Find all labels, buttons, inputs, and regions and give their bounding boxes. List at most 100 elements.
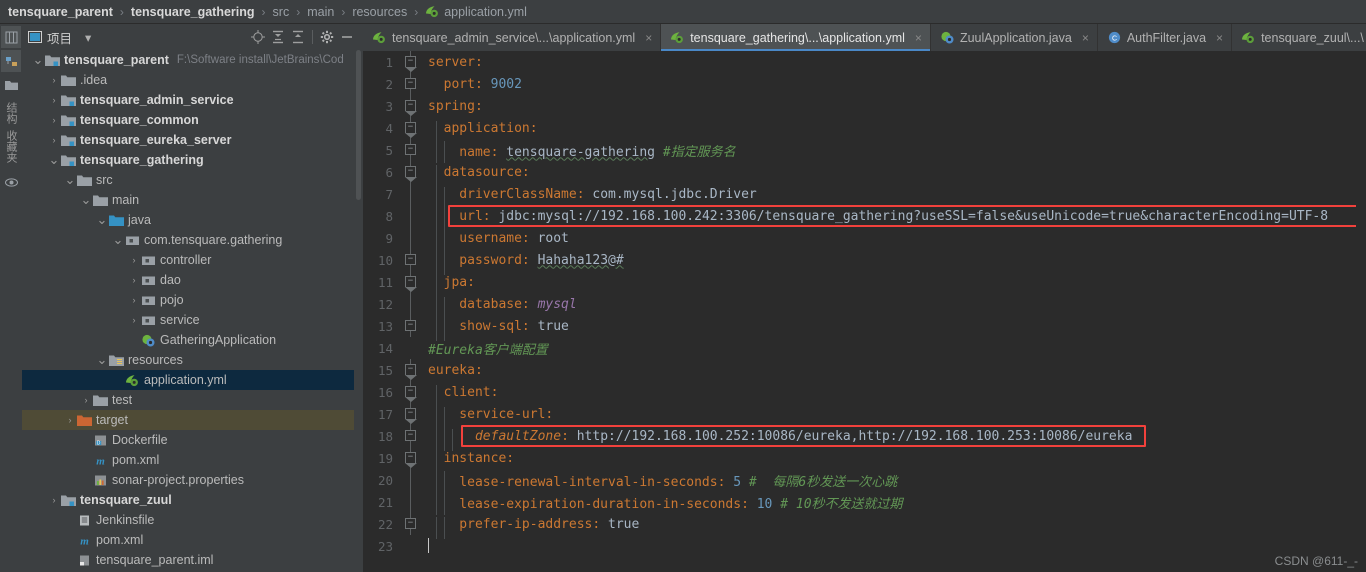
chevron-icon[interactable]: ⌄ bbox=[32, 52, 44, 68]
chevron-icon[interactable]: › bbox=[80, 395, 92, 405]
chevron-icon[interactable]: › bbox=[48, 115, 60, 125]
code-line-9[interactable]: 9 username: root bbox=[363, 227, 1366, 253]
chevron-icon[interactable]: ⌄ bbox=[96, 212, 108, 228]
tree-item-resources[interactable]: ⌄ resources bbox=[22, 350, 363, 370]
chevron-icon[interactable]: ⌄ bbox=[80, 192, 92, 208]
editor-tab-2[interactable]: ZuulApplication.java × bbox=[930, 24, 1098, 51]
fold-gutter[interactable] bbox=[401, 293, 423, 315]
close-icon[interactable]: × bbox=[915, 31, 922, 45]
code-line-15[interactable]: 15− eureka: bbox=[363, 359, 1366, 381]
fold-marker[interactable]: − bbox=[405, 166, 417, 182]
folder-tool-icon[interactable] bbox=[1, 74, 21, 96]
editor-tab-1[interactable]: tensquare_gathering\...\application.yml × bbox=[661, 24, 931, 51]
code-line-16[interactable]: 16− client: bbox=[363, 381, 1366, 407]
settings-gear-icon[interactable] bbox=[317, 27, 337, 47]
fold-gutter[interactable]: − bbox=[401, 139, 423, 161]
chevron-icon[interactable]: › bbox=[48, 75, 60, 85]
fold-gutter[interactable]: − bbox=[401, 51, 423, 73]
fold-gutter[interactable] bbox=[401, 183, 423, 205]
tree-item-pojo[interactable]: › pojo bbox=[22, 290, 363, 310]
fold-gutter[interactable]: − bbox=[401, 249, 423, 271]
tree-item-tensquare-admin-service[interactable]: › tensquare_admin_service bbox=[22, 90, 363, 110]
chevron-icon[interactable]: › bbox=[128, 315, 140, 325]
project-panel-title[interactable]: 项目 ▾ bbox=[28, 28, 91, 47]
editor-tab-4[interactable]: tensquare_zuul\...\ bbox=[1232, 24, 1366, 51]
fold-marker[interactable]: − bbox=[405, 254, 416, 265]
chevron-icon[interactable]: ⌄ bbox=[112, 232, 124, 248]
tree-item-tensquare-gathering[interactable]: ⌄ tensquare_gathering bbox=[22, 150, 363, 170]
collapse-all-icon[interactable] bbox=[288, 27, 308, 47]
tree-item-application-yml[interactable]: application.yml bbox=[22, 370, 363, 390]
favorites-icon[interactable] bbox=[1, 171, 21, 193]
code-line-5[interactable]: 5 − name: tensquare-gathering #指定服务名 bbox=[363, 139, 1366, 163]
code-line-1[interactable]: 1− server: bbox=[363, 51, 1366, 73]
tree-item--idea[interactable]: › .idea bbox=[22, 70, 363, 90]
fold-marker[interactable]: − bbox=[405, 452, 417, 468]
code-line-14[interactable]: 14 #Eureka客户端配置 bbox=[363, 337, 1366, 359]
fold-marker[interactable]: − bbox=[405, 56, 417, 72]
editor-tab-0[interactable]: tensquare_admin_service\...\application.… bbox=[363, 24, 662, 51]
fold-gutter[interactable]: − bbox=[401, 73, 423, 95]
fold-gutter[interactable] bbox=[401, 535, 423, 557]
fold-gutter[interactable]: − bbox=[401, 161, 423, 183]
tree-item-jenkinsfile[interactable]: Jenkinsfile bbox=[22, 510, 363, 530]
chevron-icon[interactable]: › bbox=[48, 135, 60, 145]
chevron-icon[interactable]: ⌄ bbox=[64, 172, 76, 188]
structure-tool-icon[interactable] bbox=[1, 50, 21, 72]
code-line-2[interactable]: 2 − port: 9002 bbox=[363, 73, 1366, 95]
code-line-21[interactable]: 21 lease-expiration-duration-in-seconds:… bbox=[363, 491, 1366, 515]
fold-marker[interactable]: − bbox=[405, 276, 417, 292]
fold-gutter[interactable] bbox=[401, 227, 423, 249]
code-line-17[interactable]: 17− service-url: bbox=[363, 403, 1366, 429]
code-line-12[interactable]: 12 database: mysql bbox=[363, 293, 1366, 319]
fold-marker[interactable]: − bbox=[405, 430, 416, 441]
tree-item-tensquare-common[interactable]: › tensquare_common bbox=[22, 110, 363, 130]
code-line-3[interactable]: 3− spring: bbox=[363, 95, 1366, 117]
editor-scrollbar[interactable] bbox=[1356, 51, 1366, 572]
code-line-7[interactable]: 7 driverClassName: com.mysql.jdbc.Driver bbox=[363, 183, 1366, 209]
fold-gutter[interactable]: − bbox=[401, 315, 423, 337]
close-icon[interactable]: × bbox=[645, 31, 652, 45]
fold-gutter[interactable]: − bbox=[401, 403, 423, 425]
fold-marker[interactable]: − bbox=[405, 144, 416, 155]
chevron-down-icon[interactable]: ▾ bbox=[85, 30, 91, 45]
project-tree-scrollbar[interactable] bbox=[354, 50, 363, 572]
fold-gutter[interactable] bbox=[401, 337, 423, 359]
fold-marker[interactable]: − bbox=[405, 78, 416, 89]
chevron-icon[interactable]: › bbox=[128, 255, 140, 265]
breadcrumb-item-5[interactable]: application.yml bbox=[425, 5, 527, 19]
chevron-icon[interactable]: ⌄ bbox=[96, 352, 108, 368]
fold-marker[interactable]: − bbox=[405, 408, 417, 424]
fold-gutter[interactable]: − bbox=[401, 117, 423, 139]
expand-all-icon[interactable] bbox=[268, 27, 288, 47]
fold-marker[interactable]: − bbox=[405, 518, 416, 529]
tree-item-sonar-project-properties[interactable]: sonar-project.properties bbox=[22, 470, 363, 490]
structure-stripe-label[interactable]: 结构 bbox=[3, 102, 19, 124]
tree-item-tensquare-zuul[interactable]: › tensquare_zuul bbox=[22, 490, 363, 510]
fold-marker[interactable]: − bbox=[405, 100, 417, 116]
tree-item-pom-xml[interactable]: m pom.xml bbox=[22, 450, 363, 470]
code-line-10[interactable]: 10 − password: Hahaha123@# bbox=[363, 249, 1366, 275]
breadcrumb-item-2[interactable]: src bbox=[273, 5, 290, 19]
tree-item-main[interactable]: ⌄ main bbox=[22, 190, 363, 210]
code-line-22[interactable]: 22 − prefer-ip-address: true bbox=[363, 513, 1366, 539]
fold-marker[interactable]: − bbox=[405, 364, 417, 380]
chevron-icon[interactable]: › bbox=[48, 95, 60, 105]
tree-item-target[interactable]: › target bbox=[22, 410, 363, 430]
chevron-icon[interactable]: › bbox=[128, 275, 140, 285]
fold-gutter[interactable]: − bbox=[401, 359, 423, 381]
chevron-icon[interactable]: › bbox=[128, 295, 140, 305]
project-tree[interactable]: ⌄ tensquare_parent F:\Software install\Jet… bbox=[22, 50, 363, 572]
code-line-20[interactable]: 20 lease-renewal-interval-in-seconds: 5 … bbox=[363, 469, 1366, 493]
tree-item-src[interactable]: ⌄ src bbox=[22, 170, 363, 190]
fold-gutter[interactable] bbox=[401, 491, 423, 513]
chevron-icon[interactable]: ⌄ bbox=[48, 152, 60, 168]
fold-marker[interactable]: − bbox=[405, 122, 417, 138]
fold-gutter[interactable]: − bbox=[401, 381, 423, 403]
tree-item-gatheringapplication[interactable]: GatheringApplication bbox=[22, 330, 363, 350]
code-line-19[interactable]: 19− instance: bbox=[363, 447, 1366, 473]
project-tool-icon[interactable] bbox=[1, 26, 21, 48]
fold-gutter[interactable]: − bbox=[401, 425, 423, 447]
chevron-icon[interactable]: › bbox=[64, 415, 76, 425]
tree-item-tensquare-parent[interactable]: ⌄ tensquare_parent F:\Software install\Jet… bbox=[22, 50, 363, 70]
